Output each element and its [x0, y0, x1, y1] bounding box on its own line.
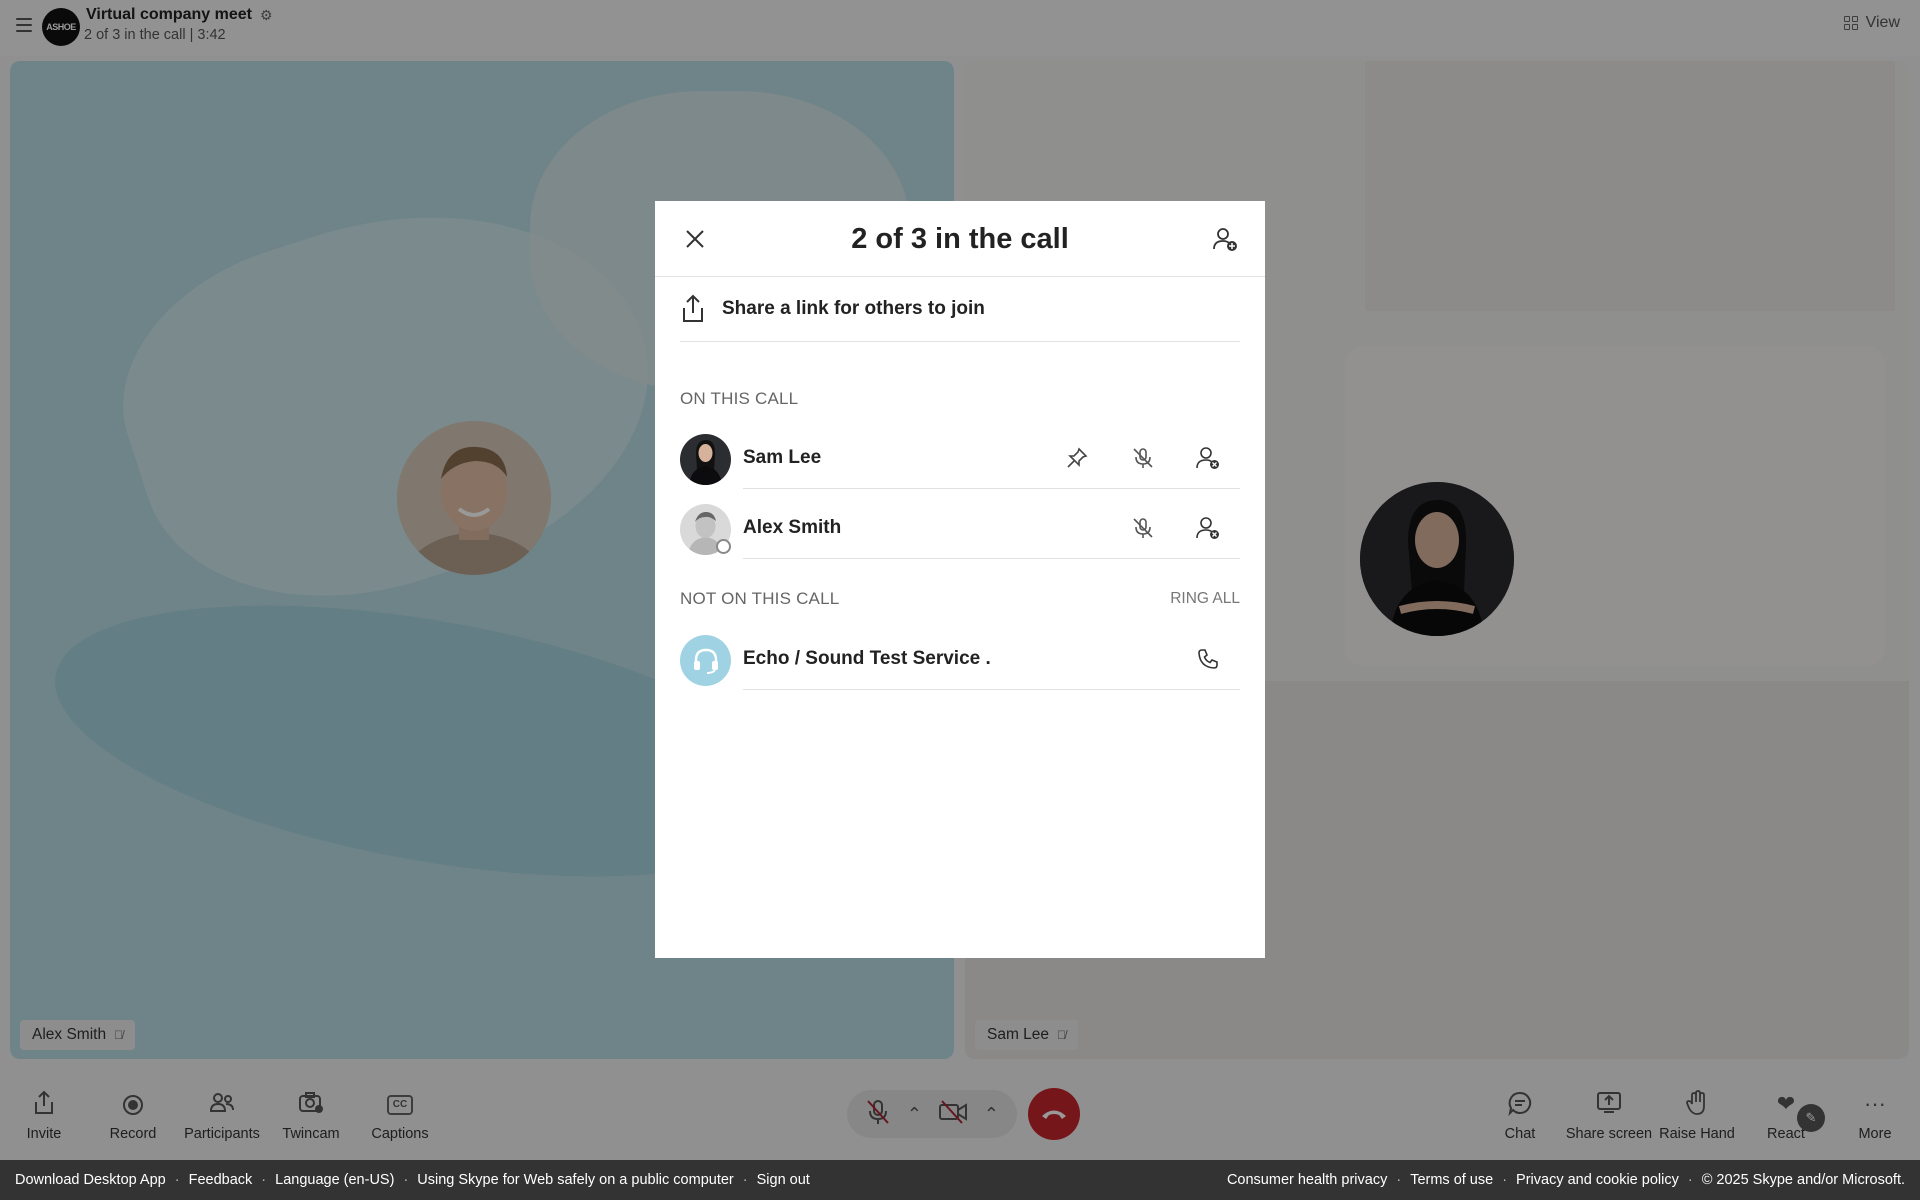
- add-person-icon[interactable]: [1211, 225, 1239, 253]
- call-phone-icon[interactable]: [1193, 644, 1223, 674]
- participant-row-sam-lee[interactable]: Sam Lee: [680, 427, 1240, 489]
- language-link[interactable]: Language (en-US): [275, 1172, 394, 1188]
- participant-row-echo[interactable]: Echo / Sound Test Service .: [680, 628, 1240, 690]
- share-link-button[interactable]: Share a link for others to join: [680, 277, 1240, 342]
- pin-icon[interactable]: [1062, 443, 1092, 473]
- mute-participant-icon[interactable]: [1128, 513, 1158, 543]
- participant-name: Alex Smith: [743, 517, 842, 538]
- download-desktop-app-link[interactable]: Download Desktop App: [15, 1172, 166, 1188]
- terms-of-use-link[interactable]: Terms of use: [1410, 1172, 1493, 1188]
- privacy-cookie-policy-link[interactable]: Privacy and cookie policy: [1516, 1172, 1679, 1188]
- not-on-this-call-heading: NOT ON THIS CALL: [680, 589, 840, 608]
- dialog-title: 2 of 3 in the call: [851, 223, 1069, 255]
- mute-participant-icon[interactable]: [1128, 443, 1158, 473]
- public-computer-safety-link[interactable]: Using Skype for Web safely on a public c…: [417, 1172, 733, 1188]
- participants-dialog: 2 of 3 in the call Share a link for othe…: [655, 201, 1265, 958]
- share-link-label: Share a link for others to join: [722, 298, 985, 319]
- dialog-header: 2 of 3 in the call: [655, 201, 1265, 277]
- remove-participant-icon[interactable]: [1193, 513, 1223, 543]
- ring-all-button[interactable]: RING ALL: [1170, 590, 1240, 608]
- presence-status-icon: [716, 539, 731, 554]
- on-this-call-heading: ON THIS CALL: [680, 389, 799, 408]
- participant-name: Echo / Sound Test Service .: [743, 648, 991, 669]
- copyright-text: © 2025 Skype and/or Microsoft.: [1701, 1172, 1905, 1188]
- page-footer: Download Desktop App · Feedback · Language…: [0, 1160, 1920, 1200]
- headset-avatar-icon: [680, 635, 731, 686]
- share-up-icon: [683, 294, 703, 322]
- sam-lee-avatar-small: [680, 434, 731, 485]
- participant-name: Sam Lee: [743, 447, 822, 468]
- health-privacy-link[interactable]: Consumer health privacy: [1227, 1172, 1387, 1188]
- feedback-link[interactable]: Feedback: [189, 1172, 253, 1188]
- sign-out-link[interactable]: Sign out: [757, 1172, 810, 1188]
- remove-participant-icon[interactable]: [1193, 443, 1223, 473]
- participant-row-alex-smith[interactable]: Alex Smith: [680, 497, 1240, 559]
